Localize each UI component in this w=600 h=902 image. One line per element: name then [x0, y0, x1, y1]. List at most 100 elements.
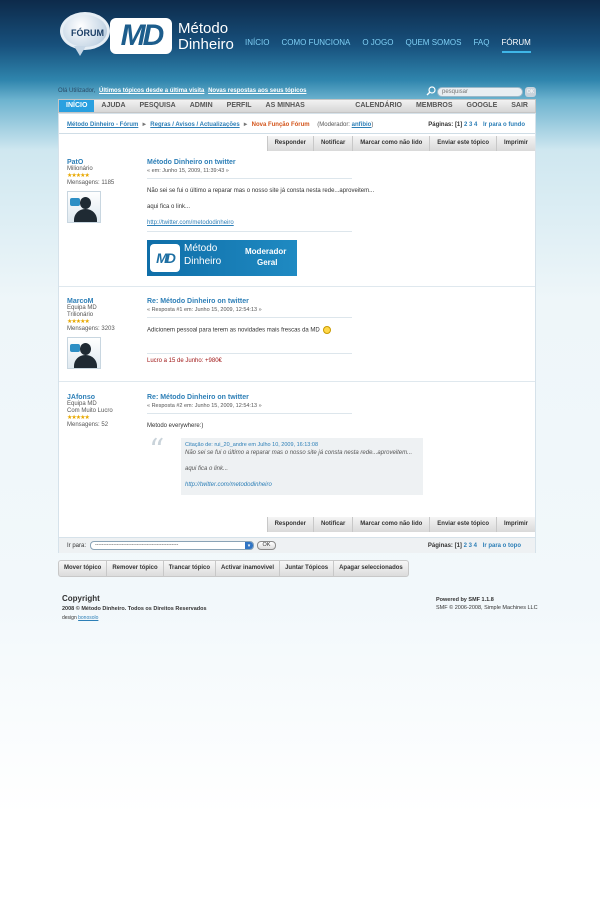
menu-perfil[interactable]: PERFIL	[220, 100, 259, 112]
page-current: [1]	[454, 543, 462, 549]
sticky-topic-button[interactable]: Activar inamovivel	[216, 561, 281, 576]
greeting-text: Olá Utilizador,	[58, 88, 96, 94]
designer-link[interactable]: bonosolo	[78, 615, 98, 621]
move-topic-button[interactable]: Mover tópico	[59, 561, 108, 576]
merge-topics-button[interactable]: Juntar Tópicos	[280, 561, 335, 576]
send-topic-button[interactable]: Enviar este tópico	[429, 136, 496, 151]
jump-selected-value: ----------------------------------------…	[95, 542, 179, 548]
badge-text-line1: Método	[184, 243, 218, 254]
twitter-link[interactable]: http://twitter.com/metododinheiro	[147, 220, 234, 226]
breadcrumb-separator: ►	[242, 122, 249, 128]
poster-post-count: Mensagens: 52	[67, 422, 109, 428]
design-prefix: design	[62, 615, 77, 621]
notify-button[interactable]: Notificar	[312, 517, 353, 532]
page-link-3[interactable]: 3	[469, 543, 472, 549]
lock-topic-button[interactable]: Trancar tópico	[164, 561, 217, 576]
menu-calendario[interactable]: CALENDÁRIO	[348, 100, 409, 112]
quote-link[interactable]: http://twitter.com/metododinheiro	[185, 482, 272, 488]
powered-by-link[interactable]: Powered by SMF 1.1.8	[436, 597, 494, 603]
page-link-2[interactable]: 2	[464, 543, 467, 549]
reply-button[interactable]: Responder	[266, 517, 313, 532]
latest-topics-link[interactable]: Últimos tópicos desde a última visita	[99, 88, 204, 94]
search-icon[interactable]	[426, 86, 436, 96]
menu-pesquisa[interactable]: PESQUISA	[133, 100, 183, 112]
breadcrumb-home[interactable]: Método Dinheiro - Fórum	[67, 122, 138, 128]
reply-button[interactable]: Responder	[266, 136, 313, 151]
post-separator	[59, 381, 535, 382]
post-subject[interactable]: Re: Método Dinheiro on twitter	[147, 298, 527, 305]
print-button[interactable]: Imprimir	[495, 136, 535, 151]
menu-ajuda[interactable]: AJUDA	[94, 100, 132, 112]
forum-bubble: FÓRUM	[60, 12, 110, 50]
remove-topic-button[interactable]: Remover tópico	[107, 561, 164, 576]
mark-unread-button[interactable]: Marcar como não lido	[352, 517, 430, 532]
new-replies-link[interactable]: Novas respostas aos seus tópicos	[208, 88, 306, 94]
nav-forum[interactable]: FÓRUM	[501, 38, 531, 53]
footer-powered: Powered by SMF 1.1.8 SMF © 2006-2008, Si…	[436, 596, 538, 612]
logo-text-line1: Método	[178, 20, 229, 37]
menu-admin[interactable]: ADMIN	[183, 100, 220, 112]
go-to-top-link[interactable]: Ir para o topo	[483, 543, 521, 549]
avatar-head	[80, 343, 91, 355]
design-credit: design bonosolo	[62, 615, 207, 621]
menu-membros[interactable]: MEMBROS	[409, 100, 460, 112]
jump-ok-button[interactable]: OK	[257, 541, 276, 550]
post-body: Adicionem pessoal para terem as novidade…	[147, 326, 527, 335]
breadcrumb-separator: ►	[141, 122, 148, 128]
delete-selected-button[interactable]: Apagar seleccionados	[334, 561, 408, 576]
forum-bubble-label: FÓRUM	[71, 28, 104, 38]
smf-copyright[interactable]: SMF © 2006-2008, Simple Machines LLC	[436, 604, 538, 612]
go-to-bottom-link[interactable]: Ir para o fundo	[483, 122, 525, 128]
poster-rank: Com Muito Lucro	[67, 408, 113, 414]
md-mini-logo	[70, 344, 80, 352]
mark-unread-button[interactable]: Marcar como não lido	[352, 136, 430, 151]
quote-header[interactable]: Citação de: rui_20_andre em Julho 10, 20…	[185, 442, 419, 448]
breadcrumb-board[interactable]: Regras / Avisos / Actualizações	[150, 122, 239, 128]
topic-buttons-top: Responder Notificar Marcar como não lido…	[266, 136, 535, 151]
print-button[interactable]: Imprimir	[495, 517, 535, 532]
poster-name[interactable]: JAfonso	[67, 394, 142, 401]
footer-copyright: Copyright 2008 © Método Dinheiro. Todos …	[62, 594, 207, 621]
jump-select[interactable]: ----------------------------------------…	[90, 541, 254, 550]
moderator-link[interactable]: anfibio	[352, 122, 372, 128]
menu-google[interactable]: GOOGLE	[460, 100, 505, 112]
moderation-buttons: Mover tópico Remover tópico Trancar tópi…	[58, 560, 409, 577]
poster-group: Equipa MD	[67, 401, 97, 407]
page-link-3[interactable]: 3	[469, 122, 472, 128]
signature-divider	[147, 231, 352, 232]
poster-info: JAfonso Equipa MD Com Muito Lucro ★★★★★ …	[67, 394, 142, 429]
site-logo[interactable]: FÓRUM MD Método Dinheiro	[60, 12, 240, 67]
send-topic-button[interactable]: Enviar este tópico	[429, 517, 496, 532]
page-link-4[interactable]: 4	[474, 122, 477, 128]
page-link-4[interactable]: 4	[474, 543, 477, 549]
avatar[interactable]	[67, 337, 101, 369]
signature: Lucro a 15 de Junho: +980€	[147, 352, 352, 364]
post-subject[interactable]: Método Dinheiro on twitter	[147, 159, 527, 166]
poster-name[interactable]: MarcoM	[67, 298, 142, 305]
post-meta: « Resposta #1 em: Junho 15, 2009, 12:54:…	[147, 307, 352, 318]
quote-mark-icon: “	[149, 433, 165, 468]
avatar[interactable]	[67, 191, 101, 223]
nav-faq[interactable]: FAQ	[473, 38, 489, 53]
page-link-2[interactable]: 2	[464, 122, 467, 128]
post-content: Re: Método Dinheiro on twitter « Respost…	[147, 298, 527, 364]
poster-name[interactable]: PatO	[67, 159, 142, 166]
forum-menu: INÍCIO AJUDA PESQUISA ADMIN PERFIL AS MI…	[58, 99, 536, 121]
smiley-icon	[322, 326, 331, 334]
menu-inicio[interactable]: INÍCIO	[59, 100, 95, 112]
menu-sair[interactable]: SAIR	[504, 100, 535, 112]
poster-post-count: Mensagens: 1185	[67, 180, 115, 186]
menu-mensagens[interactable]: AS MINHAS MENSAGENS [1]	[259, 100, 349, 121]
search-go-button[interactable]: OK	[525, 87, 536, 97]
moderator-prefix: (Moderador:	[317, 122, 350, 128]
notify-button[interactable]: Notificar	[312, 136, 353, 151]
search-input[interactable]	[437, 87, 523, 97]
nav-quem-somos[interactable]: QUEM SOMOS	[405, 38, 461, 53]
nav-como-funciona[interactable]: COMO FUNCIONA	[281, 38, 350, 53]
chevron-down-icon[interactable]: ▾	[245, 542, 253, 549]
nav-inicio[interactable]: INÍCIO	[245, 38, 269, 53]
post-subject[interactable]: Re: Método Dinheiro on twitter	[147, 394, 527, 401]
pagination-bottom: Páginas: [1] 2 3 4 Ir para o topo	[428, 543, 521, 549]
poster-info: MarcoM Equipa MD Trilionário ★★★★★ Mensa…	[67, 298, 142, 369]
nav-o-jogo[interactable]: O JOGO	[362, 38, 393, 53]
